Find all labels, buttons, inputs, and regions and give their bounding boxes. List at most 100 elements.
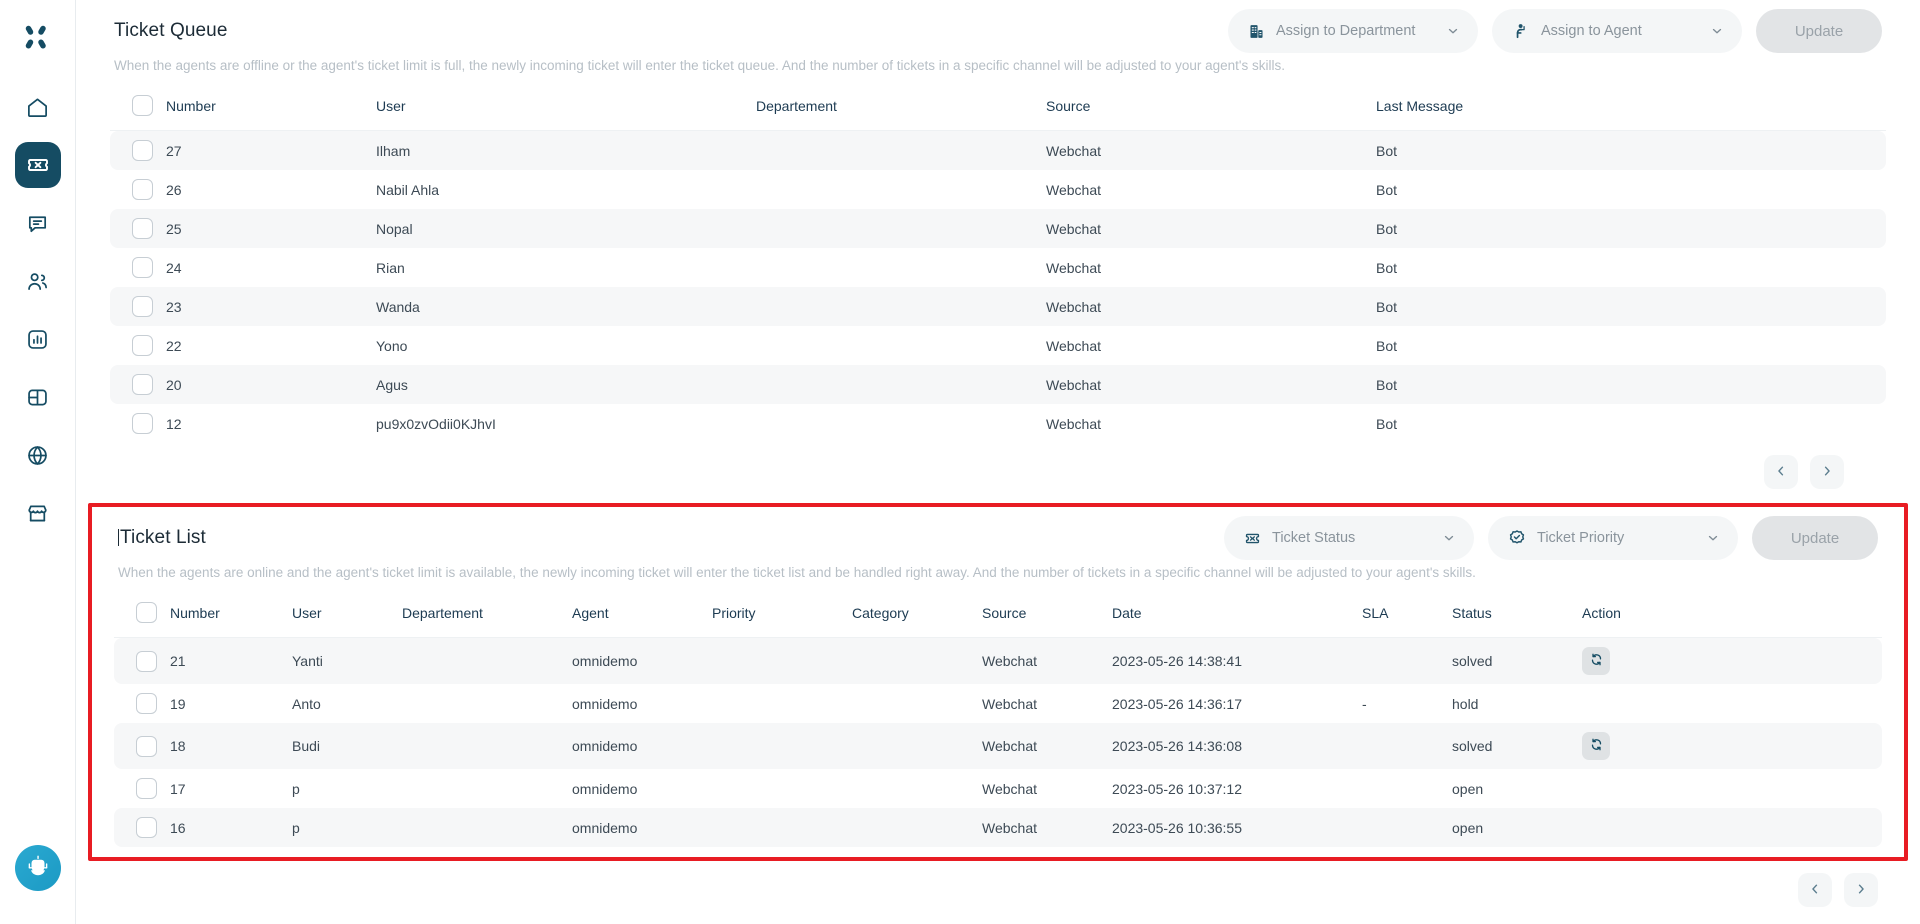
table-row[interactable]: 12 pu9x0zvOdii0KJhvI Webchat Bot: [110, 404, 1886, 443]
cell-priority: [712, 723, 852, 769]
queue-update-button[interactable]: Update: [1756, 9, 1882, 53]
row-select-cell: [110, 248, 166, 287]
list-next-page-button[interactable]: [1844, 873, 1878, 907]
list-prev-page-button[interactable]: [1798, 873, 1832, 907]
row-checkbox[interactable]: [132, 218, 153, 239]
cell-source: Webchat: [1046, 259, 1101, 276]
cell-user: Yono: [376, 337, 408, 354]
cell-agent: omnidemo: [572, 780, 638, 797]
row-checkbox[interactable]: [136, 817, 157, 838]
sidebar-item-products[interactable]: [15, 374, 61, 420]
table-row[interactable]: 23 Wanda Webchat Bot: [110, 287, 1886, 326]
reopen-ticket-button[interactable]: [1582, 732, 1610, 760]
reopen-ticket-button[interactable]: [1582, 647, 1610, 675]
sidebar-item-analytics[interactable]: [15, 316, 61, 362]
sidebar-item-store[interactable]: [15, 490, 61, 536]
row-checkbox[interactable]: [136, 650, 157, 672]
table-row[interactable]: 22 Yono Webchat Bot: [110, 326, 1886, 365]
row-checkbox[interactable]: [132, 413, 153, 434]
cell-last-message: Bot: [1376, 259, 1398, 276]
select-all-checkbox[interactable]: [132, 95, 153, 116]
table-row[interactable]: 16 p omnidemo Webchat 2023-05-26 10:36:5…: [114, 808, 1882, 847]
queue-next-page-button[interactable]: [1810, 455, 1844, 489]
row-checkbox[interactable]: [132, 374, 153, 395]
cell-agent: omnidemo: [572, 637, 712, 684]
sidebar-item-channels[interactable]: [15, 432, 61, 478]
cell-status: open: [1452, 808, 1582, 847]
cell-action: [1582, 723, 1882, 769]
cell-number: 23: [166, 287, 376, 326]
list-update-button[interactable]: Update: [1752, 516, 1878, 560]
row-checkbox[interactable]: [136, 693, 157, 714]
column-header-last-message: Last Message: [1376, 87, 1886, 131]
refresh-icon: [1589, 737, 1604, 755]
ticket-list-header: Ticket List Ticket Status Ticket Priorit…: [114, 507, 1882, 569]
cell-user: Rian: [376, 259, 405, 276]
ticket-priority-label: Ticket Priority: [1537, 530, 1625, 546]
table-row[interactable]: 27 Ilham Webchat Bot: [110, 130, 1886, 170]
ticket-status-dropdown[interactable]: Ticket Status: [1224, 516, 1474, 560]
table-row[interactable]: 26 Nabil Ahla Webchat Bot: [110, 170, 1886, 209]
table-row[interactable]: 17 p omnidemo Webchat 2023-05-26 10:37:1…: [114, 769, 1882, 808]
assign-to-department-dropdown[interactable]: Assign to Department: [1228, 9, 1478, 53]
cell-departement: [756, 130, 1046, 170]
cell-number: 17: [170, 780, 186, 797]
sidebar-item-contacts[interactable]: [15, 258, 61, 304]
row-checkbox[interactable]: [132, 179, 153, 200]
table-row[interactable]: 18 Budi omnidemo Webchat 2023-05-26 14:3…: [114, 723, 1882, 769]
sidebar-item-home[interactable]: [15, 84, 61, 130]
home-icon: [26, 96, 49, 119]
cell-user: p: [292, 780, 300, 797]
sidebar-item-chat[interactable]: [15, 200, 61, 246]
column-header-status: Status: [1452, 594, 1582, 638]
cell-user: Wanda: [376, 287, 756, 326]
ticket-list-pagination: [76, 861, 1920, 915]
table-row[interactable]: 24 Rian Webchat Bot: [110, 248, 1886, 287]
cell-last-message: Bot: [1376, 130, 1886, 170]
cell-departement: [756, 326, 1046, 365]
table-row[interactable]: 20 Agus Webchat Bot: [110, 365, 1886, 404]
sidebar-item-ticket[interactable]: [14, 142, 61, 188]
row-checkbox[interactable]: [132, 335, 153, 356]
cell-departement: [756, 248, 1046, 287]
row-checkbox[interactable]: [132, 257, 153, 278]
cell-priority: [712, 808, 852, 847]
queue-prev-page-button[interactable]: [1764, 455, 1798, 489]
ticket-queue-title: Ticket Queue: [114, 20, 228, 41]
row-checkbox[interactable]: [136, 778, 157, 799]
refresh-icon: [1589, 652, 1604, 670]
cell-departement: [756, 287, 1046, 326]
cell-last-message: Bot: [1376, 287, 1886, 326]
row-checkbox[interactable]: [132, 296, 153, 317]
globe-icon: [26, 444, 49, 467]
cell-date: 2023-05-26 10:36:55: [1112, 808, 1362, 847]
select-all-checkbox[interactable]: [136, 602, 157, 623]
assign-to-agent-dropdown[interactable]: Assign to Agent: [1492, 9, 1742, 53]
cell-number: 22: [166, 337, 182, 354]
row-checkbox[interactable]: [132, 140, 153, 161]
chevron-right-icon: [1854, 882, 1868, 899]
cell-user: Yanti: [292, 637, 402, 684]
column-header-user: User: [292, 594, 402, 638]
row-checkbox[interactable]: [136, 735, 157, 757]
cell-departement: [756, 209, 1046, 248]
column-header-priority: Priority: [712, 594, 852, 638]
ticket-queue-description: When the agents are offline or the agent…: [114, 58, 1286, 73]
cell-date: 2023-05-26 14:38:41: [1112, 637, 1362, 684]
cell-sla: -: [1362, 695, 1367, 712]
table-row[interactable]: 21 Yanti omnidemo Webchat 2023-05-26 14:…: [114, 637, 1882, 684]
building-icon: [1248, 23, 1265, 40]
ticket-priority-dropdown[interactable]: Ticket Priority: [1488, 516, 1738, 560]
ticket-status-icon: [1244, 530, 1261, 547]
column-header-sla: SLA: [1362, 594, 1452, 638]
row-select-cell: [110, 287, 166, 326]
row-select-cell: [114, 637, 170, 684]
cell-user: Nabil Ahla: [376, 181, 440, 198]
table-row[interactable]: 19 Anto omnidemo Webchat 2023-05-26 14:3…: [114, 684, 1882, 723]
chevron-down-icon: [1446, 24, 1460, 38]
cell-priority: [712, 637, 852, 684]
table-row[interactable]: 25 Nopal Webchat Bot: [110, 209, 1886, 248]
chatbot-launcher-button[interactable]: [15, 845, 61, 891]
app-logo[interactable]: [14, 14, 62, 62]
row-select-cell: [114, 808, 170, 847]
